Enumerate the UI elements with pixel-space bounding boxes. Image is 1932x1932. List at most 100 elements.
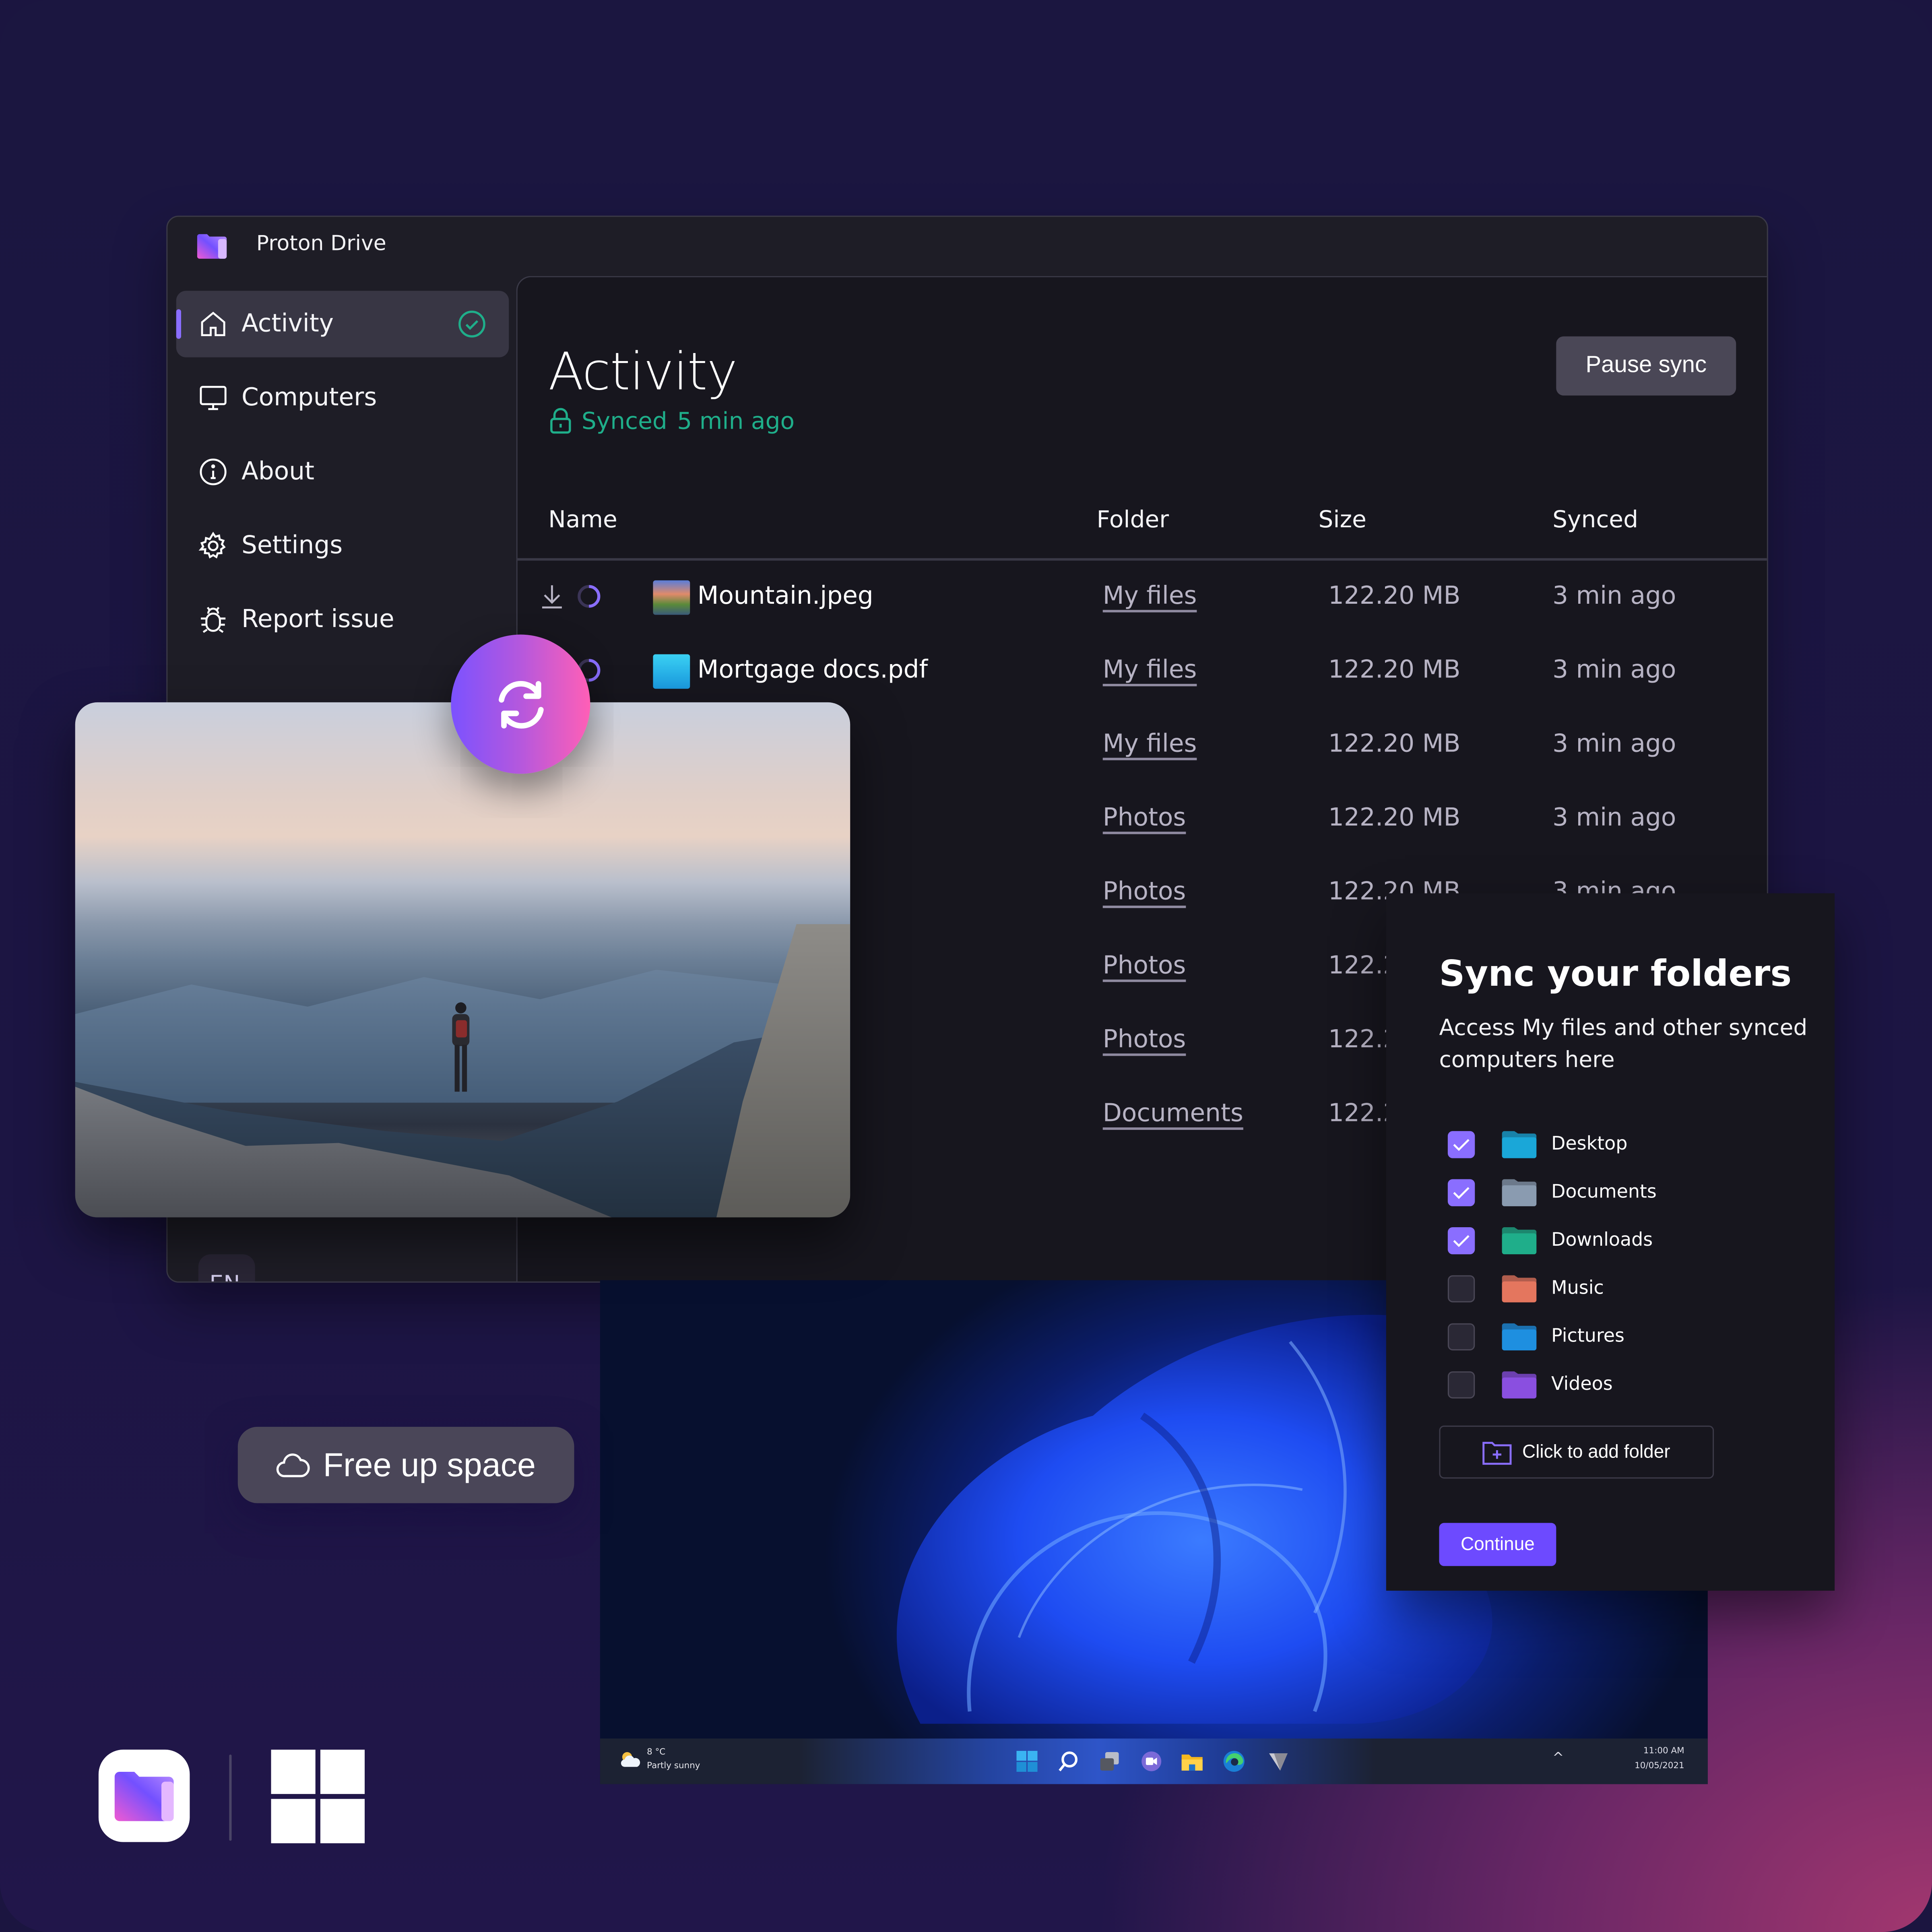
- dialog-title: Sync your folders: [1439, 952, 1792, 995]
- checkmark-icon: [1453, 1139, 1470, 1151]
- folder-option-downloads[interactable]: Downloads: [1447, 1222, 1793, 1259]
- free-up-space-button[interactable]: Free up space: [237, 1426, 574, 1503]
- folder-option-music[interactable]: Music: [1447, 1270, 1793, 1307]
- clock-date[interactable]: 10/05/2021: [1610, 1761, 1684, 1770]
- folder-link[interactable]: Photos: [1103, 950, 1186, 979]
- sidebar-item-label: About: [241, 456, 315, 486]
- sidebar-item-about[interactable]: About: [176, 439, 509, 505]
- file-explorer-icon[interactable]: [1181, 1750, 1204, 1773]
- file-size: 122.20 MB: [1328, 728, 1461, 758]
- proton-drive-app-logo: [98, 1749, 190, 1842]
- file-size: 122.20 MB: [1328, 580, 1461, 610]
- folder-option-pictures[interactable]: Pictures: [1447, 1318, 1793, 1355]
- folder-label: Videos: [1551, 1373, 1613, 1395]
- folder-checkbox[interactable]: [1447, 1371, 1475, 1399]
- file-thumbnail: [653, 580, 690, 615]
- column-header-folder[interactable]: Folder: [1096, 506, 1169, 533]
- home-icon: [201, 312, 225, 336]
- edge-browser-icon[interactable]: [1222, 1750, 1246, 1773]
- add-folder-button[interactable]: Click to add folder: [1439, 1425, 1714, 1479]
- teams-chat-icon[interactable]: [1140, 1750, 1163, 1773]
- folder-label: Pictures: [1551, 1324, 1624, 1347]
- sync-folders-dialog: Sync your folders Access My files and ot…: [1386, 893, 1835, 1591]
- folder-link[interactable]: My files: [1103, 728, 1197, 758]
- lock-icon: [550, 408, 571, 434]
- sidebar-item-label: Computers: [241, 382, 377, 412]
- sync-button[interactable]: [451, 634, 590, 774]
- hiker-figure: [452, 1002, 470, 1092]
- gear-icon: [198, 532, 226, 559]
- add-folder-label: Click to add folder: [1522, 1441, 1670, 1463]
- weather-description[interactable]: Partly sunny: [647, 1761, 700, 1770]
- column-header-name[interactable]: Name: [548, 506, 617, 533]
- task-view-icon[interactable]: [1098, 1750, 1121, 1773]
- pause-sync-button[interactable]: Pause sync: [1556, 336, 1736, 396]
- folder-link[interactable]: Photos: [1103, 876, 1186, 906]
- folder-checkbox[interactable]: [1447, 1131, 1475, 1158]
- sync-status: Synced 5 min ago: [549, 408, 795, 435]
- folder-option-videos[interactable]: Videos: [1447, 1366, 1793, 1404]
- folder-checkbox[interactable]: [1447, 1227, 1475, 1255]
- folder-option-documents[interactable]: Documents: [1447, 1174, 1793, 1211]
- synced-check-icon: [458, 310, 485, 338]
- checkmark-icon: [1453, 1235, 1470, 1247]
- cloud-icon: [277, 1453, 310, 1478]
- folder-link[interactable]: Documents: [1103, 1098, 1243, 1127]
- column-header-synced[interactable]: Synced: [1552, 506, 1638, 533]
- windows-logo-icon: [271, 1749, 365, 1843]
- folder-label: Downloads: [1551, 1228, 1653, 1251]
- folder-plus-icon: [1483, 1441, 1512, 1464]
- sidebar-item-report-issue[interactable]: Report issue: [176, 586, 509, 653]
- weather-temperature[interactable]: 8 °C: [647, 1747, 665, 1757]
- monitor-icon: [200, 386, 227, 410]
- synced-time: 3 min ago: [1552, 728, 1676, 758]
- table-row[interactable]: Mortgage docs.pdf My files 122.20 MB 3 min …: [518, 635, 1767, 709]
- folder-checkbox[interactable]: [1447, 1323, 1475, 1351]
- column-header-size[interactable]: Size: [1318, 506, 1366, 533]
- music-folder-icon: [1502, 1275, 1537, 1302]
- file-name[interactable]: Mountain.jpeg: [698, 580, 873, 610]
- tray-overflow-chevron-icon[interactable]: ^: [1552, 1750, 1564, 1766]
- sidebar-item-label: Settings: [241, 530, 343, 559]
- folder-label: Desktop: [1551, 1132, 1628, 1155]
- folder-option-desktop[interactable]: Desktop: [1447, 1126, 1793, 1163]
- page-title: Activity: [548, 341, 737, 402]
- windows-start-icon[interactable]: [1015, 1750, 1038, 1773]
- file-size: 122.20 MB: [1328, 654, 1461, 684]
- taskbar: 8 °C Partly sunny ^ 11:00 AM 10/05/2021: [600, 1738, 1708, 1784]
- sidebar-item-label: Activity: [241, 308, 334, 338]
- documents-folder-icon: [1502, 1179, 1537, 1206]
- mountain-photo-preview: [75, 702, 850, 1218]
- active-indicator: [176, 309, 181, 339]
- pictures-folder-icon: [1502, 1323, 1537, 1351]
- marketing-canvas: Proton Drive Activity Computers About Se…: [0, 0, 1932, 1932]
- folder-link[interactable]: My files: [1103, 580, 1197, 610]
- search-icon[interactable]: [1057, 1750, 1081, 1773]
- proton-drive-logo-icon: [114, 1771, 174, 1821]
- download-icon: [542, 585, 562, 609]
- language-label: EN: [209, 1271, 240, 1281]
- folder-checkbox[interactable]: [1447, 1179, 1475, 1206]
- progress-spinner-icon: [578, 585, 601, 608]
- folder-checkbox[interactable]: [1447, 1275, 1475, 1302]
- desktop-folder-icon: [1502, 1131, 1537, 1158]
- folder-link[interactable]: My files: [1103, 654, 1197, 683]
- file-name[interactable]: Mortgage docs.pdf: [698, 654, 928, 683]
- sync-arrows-icon: [498, 680, 543, 728]
- file-thumbnail: [653, 654, 690, 689]
- clock-time[interactable]: 11:00 AM: [1610, 1746, 1684, 1756]
- sidebar-item-settings[interactable]: Settings: [176, 512, 509, 579]
- sidebar-item-activity[interactable]: Activity: [176, 291, 509, 357]
- logo-divider: [229, 1754, 232, 1841]
- folder-link[interactable]: Photos: [1103, 1024, 1186, 1053]
- folder-label: Music: [1551, 1276, 1604, 1299]
- folder-link[interactable]: Photos: [1103, 802, 1186, 832]
- table-row[interactable]: Mountain.jpeg My files 122.20 MB 3 min ago: [518, 561, 1767, 635]
- file-size: 122.20 MB: [1328, 802, 1461, 832]
- free-up-space-label: Free up space: [323, 1446, 536, 1483]
- downloads-folder-icon: [1502, 1227, 1537, 1255]
- continue-button[interactable]: Continue: [1439, 1523, 1556, 1566]
- synced-time: 3 min ago: [1552, 802, 1676, 832]
- sidebar-item-computers[interactable]: Computers: [176, 365, 509, 431]
- proton-icon[interactable]: [1267, 1750, 1290, 1773]
